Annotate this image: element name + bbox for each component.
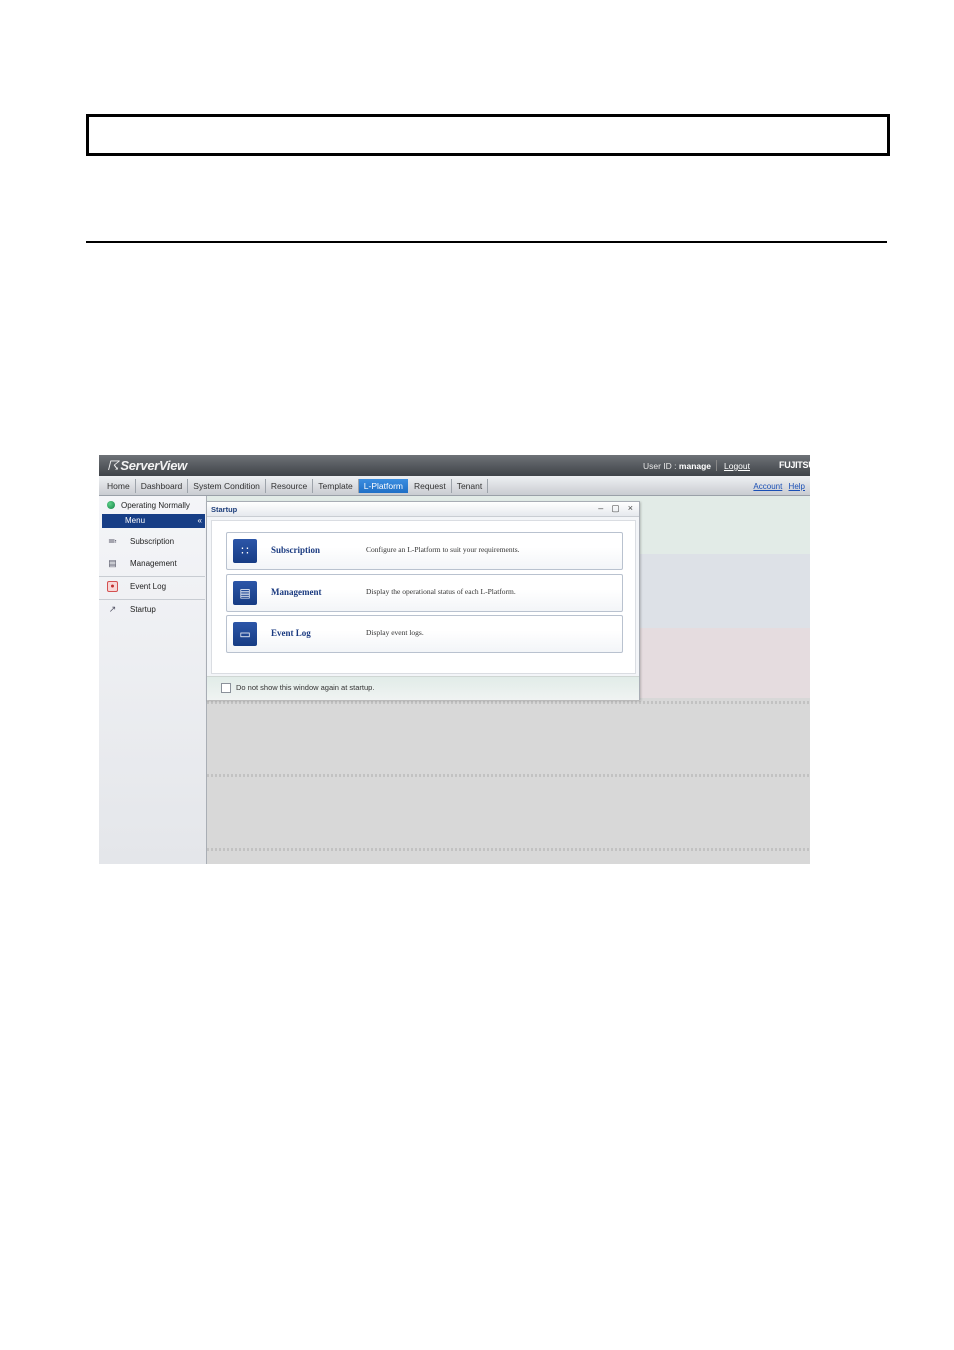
tab-system-condition[interactable]: System Condition bbox=[188, 479, 266, 493]
minimize-button[interactable]: – bbox=[598, 503, 603, 514]
card-title: Event Log bbox=[271, 628, 311, 638]
dotted-divider bbox=[207, 774, 810, 777]
event-log-icon: ▭ bbox=[233, 622, 257, 646]
user-id: User ID : manage bbox=[643, 461, 711, 471]
dotted-divider bbox=[207, 848, 810, 851]
dialog-footer: Do not show this window again at startup… bbox=[207, 676, 639, 700]
tab-l-platform[interactable]: L-Platform bbox=[358, 479, 409, 493]
card-management[interactable]: ▤ Management Display the operational sta… bbox=[226, 574, 623, 612]
serverview-logo: ☈ ServerView bbox=[107, 458, 187, 474]
sidebar-item-management[interactable]: ▤ Management bbox=[99, 554, 205, 577]
card-subscription[interactable]: ∷ Subscription Configure an L-Platform t… bbox=[226, 532, 623, 570]
sidebar-item-event-log[interactable]: ● Event Log bbox=[99, 577, 205, 600]
dialog-body: ∷ Subscription Configure an L-Platform t… bbox=[211, 520, 636, 674]
sidebar-item-label: Startup bbox=[130, 605, 156, 614]
checkbox-label: Do not show this window again at startup… bbox=[236, 683, 375, 692]
menu-label: Menu bbox=[125, 516, 146, 525]
document-header-box bbox=[86, 114, 890, 156]
brand-name: ServerView bbox=[120, 458, 187, 473]
restore-button[interactable]: ▢ bbox=[611, 503, 620, 514]
close-button[interactable]: × bbox=[628, 503, 633, 514]
startup-icon: ↗ bbox=[108, 604, 117, 614]
collapse-menu-button[interactable]: « bbox=[198, 514, 202, 528]
sidebar-item-label: Management bbox=[130, 559, 177, 568]
subscription-icon: ≕ bbox=[108, 536, 117, 546]
status-text: Operating Normally bbox=[121, 501, 190, 510]
event-log-icon: ● bbox=[107, 581, 118, 592]
card-description: Display the operational status of each L… bbox=[366, 587, 516, 596]
dialog-title: Startup bbox=[211, 505, 238, 514]
top-bar: ☈ ServerView User ID : manage Logout FUJI… bbox=[99, 455, 810, 476]
card-title: Management bbox=[271, 587, 322, 597]
screenshot-window: ☈ ServerView User ID : manage Logout FUJI… bbox=[99, 455, 810, 864]
status-indicator: Operating Normally bbox=[107, 501, 190, 510]
startup-dialog: Startup – ▢ × ∷ Subscription Configure a… bbox=[206, 501, 640, 700]
header-divider bbox=[716, 460, 717, 471]
nav-tabs: Home Dashboard System Condition Resource… bbox=[102, 479, 489, 493]
dont-show-again-checkbox[interactable] bbox=[221, 683, 231, 693]
menu-header: Menu « bbox=[102, 514, 205, 528]
card-description: Configure an L-Platform to suit your req… bbox=[366, 545, 520, 554]
sidebar-item-label: Subscription bbox=[130, 537, 175, 546]
dotted-divider bbox=[207, 701, 810, 704]
sidebar: Operating Normally Menu « ≕ Subscription… bbox=[99, 496, 207, 864]
card-title: Subscription bbox=[271, 545, 321, 555]
nav-links: Account Help bbox=[749, 482, 805, 491]
management-icon: ▤ bbox=[233, 581, 257, 605]
card-description: Display event logs. bbox=[366, 628, 424, 637]
dialog-title-bar[interactable]: Startup – ▢ × bbox=[207, 502, 639, 517]
management-icon: ▤ bbox=[108, 558, 117, 568]
user-id-value: manage bbox=[678, 461, 712, 471]
main-nav: Home Dashboard System Condition Resource… bbox=[99, 476, 810, 496]
sidebar-item-subscription[interactable]: ≕ Subscription bbox=[99, 532, 205, 554]
sidebar-item-startup[interactable]: ↗ Startup bbox=[99, 600, 205, 622]
sidebar-item-label: Event Log bbox=[130, 582, 167, 591]
subscription-icon: ∷ bbox=[233, 539, 257, 563]
tab-tenant[interactable]: Tenant bbox=[452, 479, 489, 493]
card-event-log[interactable]: ▭ Event Log Display event logs. bbox=[226, 615, 623, 653]
account-link[interactable]: Account bbox=[753, 482, 782, 491]
tab-request[interactable]: Request bbox=[409, 479, 452, 493]
logout-link[interactable]: Logout bbox=[724, 461, 750, 471]
dialog-controls: – ▢ × bbox=[598, 503, 633, 514]
serverview-logo-mark-icon: ☈ bbox=[107, 458, 119, 473]
tab-template[interactable]: Template bbox=[313, 479, 359, 493]
status-ok-icon bbox=[107, 501, 115, 509]
tab-resource[interactable]: Resource bbox=[266, 479, 314, 493]
fujitsu-logo: FUJITSU bbox=[779, 460, 810, 470]
help-link[interactable]: Help bbox=[789, 482, 805, 491]
user-id-label: User ID : bbox=[643, 461, 679, 471]
document-rule bbox=[86, 241, 887, 243]
tab-home[interactable]: Home bbox=[102, 479, 136, 493]
tab-dashboard[interactable]: Dashboard bbox=[136, 479, 189, 493]
